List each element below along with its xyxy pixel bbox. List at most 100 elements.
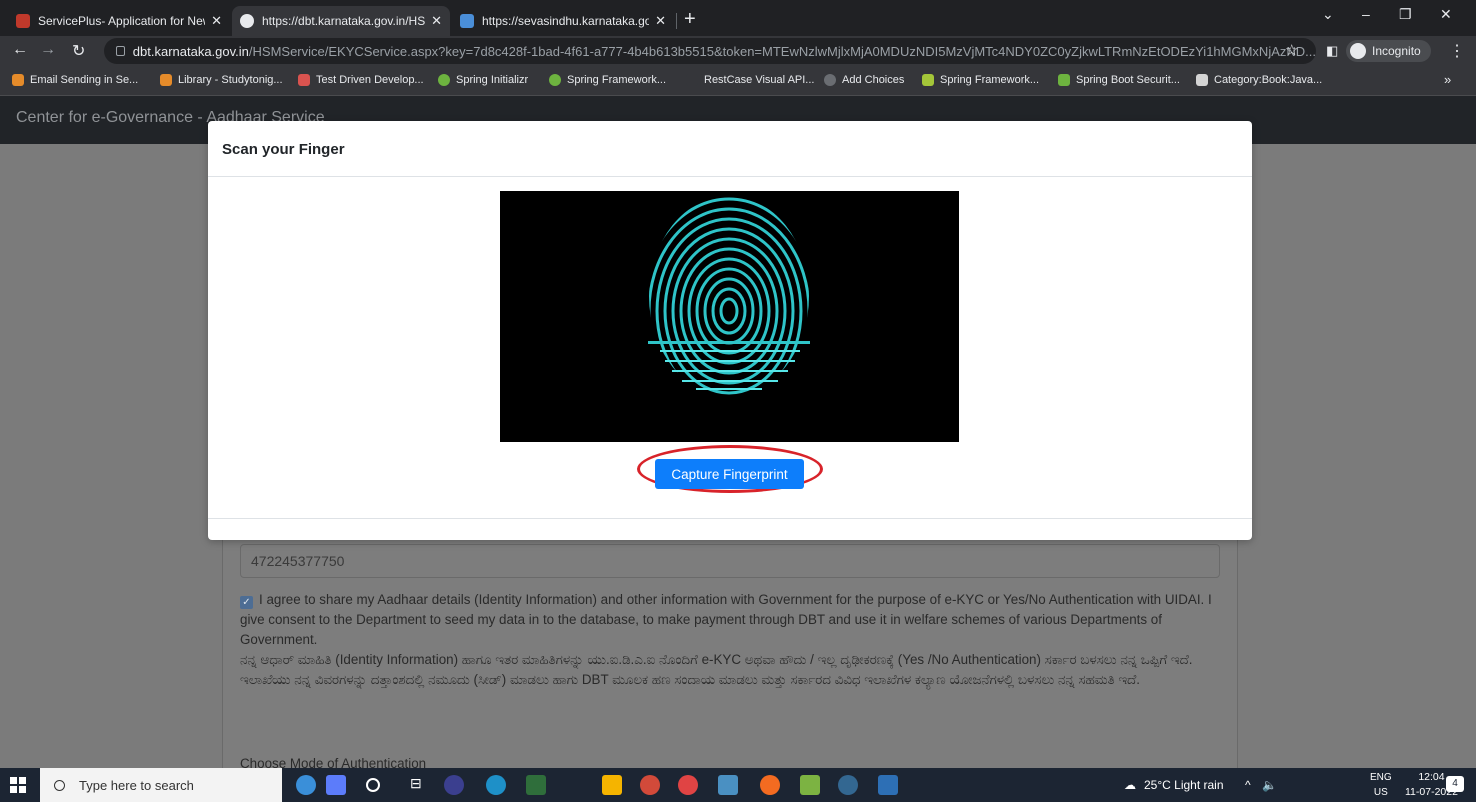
windows-start-icon[interactable] bbox=[10, 777, 26, 793]
minimize-button[interactable]: – bbox=[1362, 6, 1370, 22]
consent-block: ✓ I agree to share my Aadhaar details (Id… bbox=[240, 590, 1230, 690]
new-tab-button[interactable]: + bbox=[684, 8, 696, 31]
scan-finger-modal: Scan your Finger Capture Fingerprint bbox=[208, 121, 1252, 540]
spring-icon bbox=[549, 74, 561, 86]
editor-icon[interactable] bbox=[878, 775, 898, 795]
restcase-icon bbox=[686, 74, 698, 86]
taskbar: Type here to search ⊟ ☁ 25°C Light rain … bbox=[0, 768, 1476, 802]
chart-app-icon[interactable] bbox=[326, 775, 346, 795]
studytonight-icon bbox=[160, 74, 172, 86]
tab-dbt[interactable]: https://dbt.karnataka.gov.in/HSM ✕ bbox=[232, 6, 450, 36]
bookmark-item[interactable]: Add Choices bbox=[824, 74, 904, 86]
spring-icon bbox=[438, 74, 450, 86]
eclipse-icon[interactable] bbox=[444, 775, 464, 795]
tab-serviceplus[interactable]: ServicePlus- Application for New ✕ bbox=[8, 6, 230, 36]
incognito-badge[interactable]: Incognito bbox=[1346, 40, 1431, 62]
bookmark-item[interactable]: Test Driven Develop... bbox=[298, 74, 424, 86]
tab-strip: ServicePlus- Application for New ✕ https… bbox=[0, 0, 1476, 36]
modal-title: Scan your Finger bbox=[222, 141, 345, 158]
taskbar-search[interactable]: Type here to search bbox=[40, 768, 282, 802]
tab-separator bbox=[676, 13, 677, 29]
book-icon bbox=[298, 74, 310, 86]
bookmark-item[interactable]: Category:Book:Java... bbox=[1196, 74, 1322, 86]
close-icon[interactable]: ✕ bbox=[211, 13, 222, 29]
postgres-icon[interactable] bbox=[838, 775, 858, 795]
app-icon[interactable] bbox=[640, 775, 660, 795]
bookmark-item[interactable]: Spring Framework... bbox=[549, 74, 666, 86]
region-code: US bbox=[1373, 787, 1388, 798]
browser-toolbar: ← → ↻ dbt.karnataka.gov.in/HSMService/EK… bbox=[0, 36, 1476, 66]
menu-icon[interactable]: ⋮ bbox=[1449, 41, 1465, 61]
window-close-button[interactable]: ✕ bbox=[1440, 6, 1452, 23]
modal-footer-divider bbox=[208, 518, 1252, 519]
volume-icon[interactable]: 🔈 bbox=[1262, 778, 1277, 792]
chevron-up-icon[interactable]: ^ bbox=[1245, 778, 1251, 792]
calculator-icon[interactable] bbox=[526, 775, 546, 795]
notification-icon[interactable]: 4 bbox=[1446, 776, 1464, 792]
fingerprint-scanner-image bbox=[500, 191, 959, 442]
language-indicator[interactable]: ENG US bbox=[1370, 770, 1392, 800]
globe-icon bbox=[240, 14, 254, 28]
forward-button[interactable]: → bbox=[40, 41, 56, 59]
lock-icon bbox=[116, 46, 125, 56]
bookmark-star-icon[interactable]: ☆ bbox=[1285, 41, 1298, 59]
bookmarks-bar: Email Sending in Se... Library - Studyto… bbox=[0, 66, 1476, 96]
bookmark-label: RestCase Visual API... bbox=[704, 74, 815, 86]
bookmark-label: Category:Book:Java... bbox=[1214, 74, 1323, 86]
bookmark-item[interactable]: Spring Boot Securit... bbox=[1058, 74, 1180, 86]
consent-text-en: I agree to share my Aadhaar details (Ide… bbox=[240, 592, 1212, 647]
address-bar[interactable]: dbt.karnataka.gov.in/HSMService/EKYCServ… bbox=[104, 38, 1316, 64]
snipping-tool-icon[interactable] bbox=[718, 775, 738, 795]
search-placeholder: Type here to search bbox=[79, 777, 194, 793]
close-icon[interactable]: ✕ bbox=[655, 13, 666, 29]
bookmark-label: Library - Studytonig... bbox=[178, 74, 283, 86]
aadhaar-number-field[interactable]: 472245377750 bbox=[240, 544, 1220, 578]
cortana-icon[interactable] bbox=[366, 778, 380, 792]
close-icon[interactable]: ✕ bbox=[431, 13, 442, 29]
postman-icon[interactable] bbox=[760, 775, 780, 795]
bookmark-label: Spring Initializr bbox=[456, 74, 529, 86]
capture-fingerprint-button[interactable]: Capture Fingerprint bbox=[655, 459, 804, 489]
serviceplus-icon bbox=[16, 14, 30, 28]
auth-mode-label: Choose Mode of Authentication bbox=[240, 756, 427, 768]
tab-search-icon[interactable]: ⌄ bbox=[1322, 6, 1334, 23]
side-panel-icon[interactable]: ◧ bbox=[1326, 43, 1338, 59]
restore-button[interactable]: ❐ bbox=[1399, 6, 1412, 23]
bookmark-item[interactable]: Spring Framework... bbox=[922, 74, 1039, 86]
bookmark-item[interactable]: Library - Studytonig... bbox=[160, 74, 283, 86]
consent-checkbox[interactable]: ✓ bbox=[240, 596, 253, 609]
tab-title: https://sevasindhu.karnataka.gov bbox=[482, 14, 650, 28]
tab-sevasindhu[interactable]: https://sevasindhu.karnataka.gov ✕ bbox=[452, 6, 674, 36]
globe-app-icon[interactable] bbox=[296, 775, 316, 795]
bookmark-label: Add Choices bbox=[842, 74, 905, 86]
wikibooks-icon bbox=[1196, 74, 1208, 86]
task-view-icon[interactable]: ⊟ bbox=[410, 775, 430, 795]
globe-icon bbox=[824, 74, 836, 86]
document-icon bbox=[460, 14, 474, 28]
notepad-icon[interactable] bbox=[800, 775, 820, 795]
bookmark-label: Spring Framework... bbox=[567, 74, 667, 86]
url-path: /HSMService/EKYCService.aspx?key=7d8c428… bbox=[248, 43, 1316, 59]
modal-header: Scan your Finger bbox=[208, 121, 1252, 177]
bookmark-item[interactable]: Email Sending in Se... bbox=[12, 74, 138, 86]
notification-count: 4 bbox=[1452, 778, 1458, 789]
more-bookmarks-icon[interactable]: » bbox=[1444, 72, 1451, 87]
edge-icon[interactable] bbox=[486, 775, 506, 795]
weather-icon: ☁ bbox=[1124, 778, 1136, 792]
fingerprint-icon bbox=[648, 197, 810, 396]
chrome-icon[interactable] bbox=[678, 775, 698, 795]
bookmark-label: Spring Framework... bbox=[940, 74, 1040, 86]
tab-title: https://dbt.karnataka.gov.in/HSM bbox=[262, 14, 426, 28]
bookmark-item[interactable]: Spring Initializr bbox=[438, 74, 528, 86]
j-icon bbox=[922, 74, 934, 86]
back-button[interactable]: ← bbox=[12, 41, 28, 59]
weather-text[interactable]: 25°C Light rain bbox=[1144, 778, 1224, 792]
search-icon bbox=[54, 779, 65, 791]
bookmark-item[interactable]: RestCase Visual API... bbox=[686, 74, 814, 86]
consent-text-kn: ನನ್ನ ಆಧಾರ್ ಮಾಹಿತಿ (Identity Information)… bbox=[240, 652, 1193, 687]
incognito-icon bbox=[1350, 43, 1366, 59]
sticky-notes-icon[interactable] bbox=[602, 775, 622, 795]
lang-code: ENG bbox=[1370, 772, 1392, 783]
reload-button[interactable]: ↻ bbox=[72, 41, 85, 61]
bookmark-label: Spring Boot Securit... bbox=[1076, 74, 1180, 86]
